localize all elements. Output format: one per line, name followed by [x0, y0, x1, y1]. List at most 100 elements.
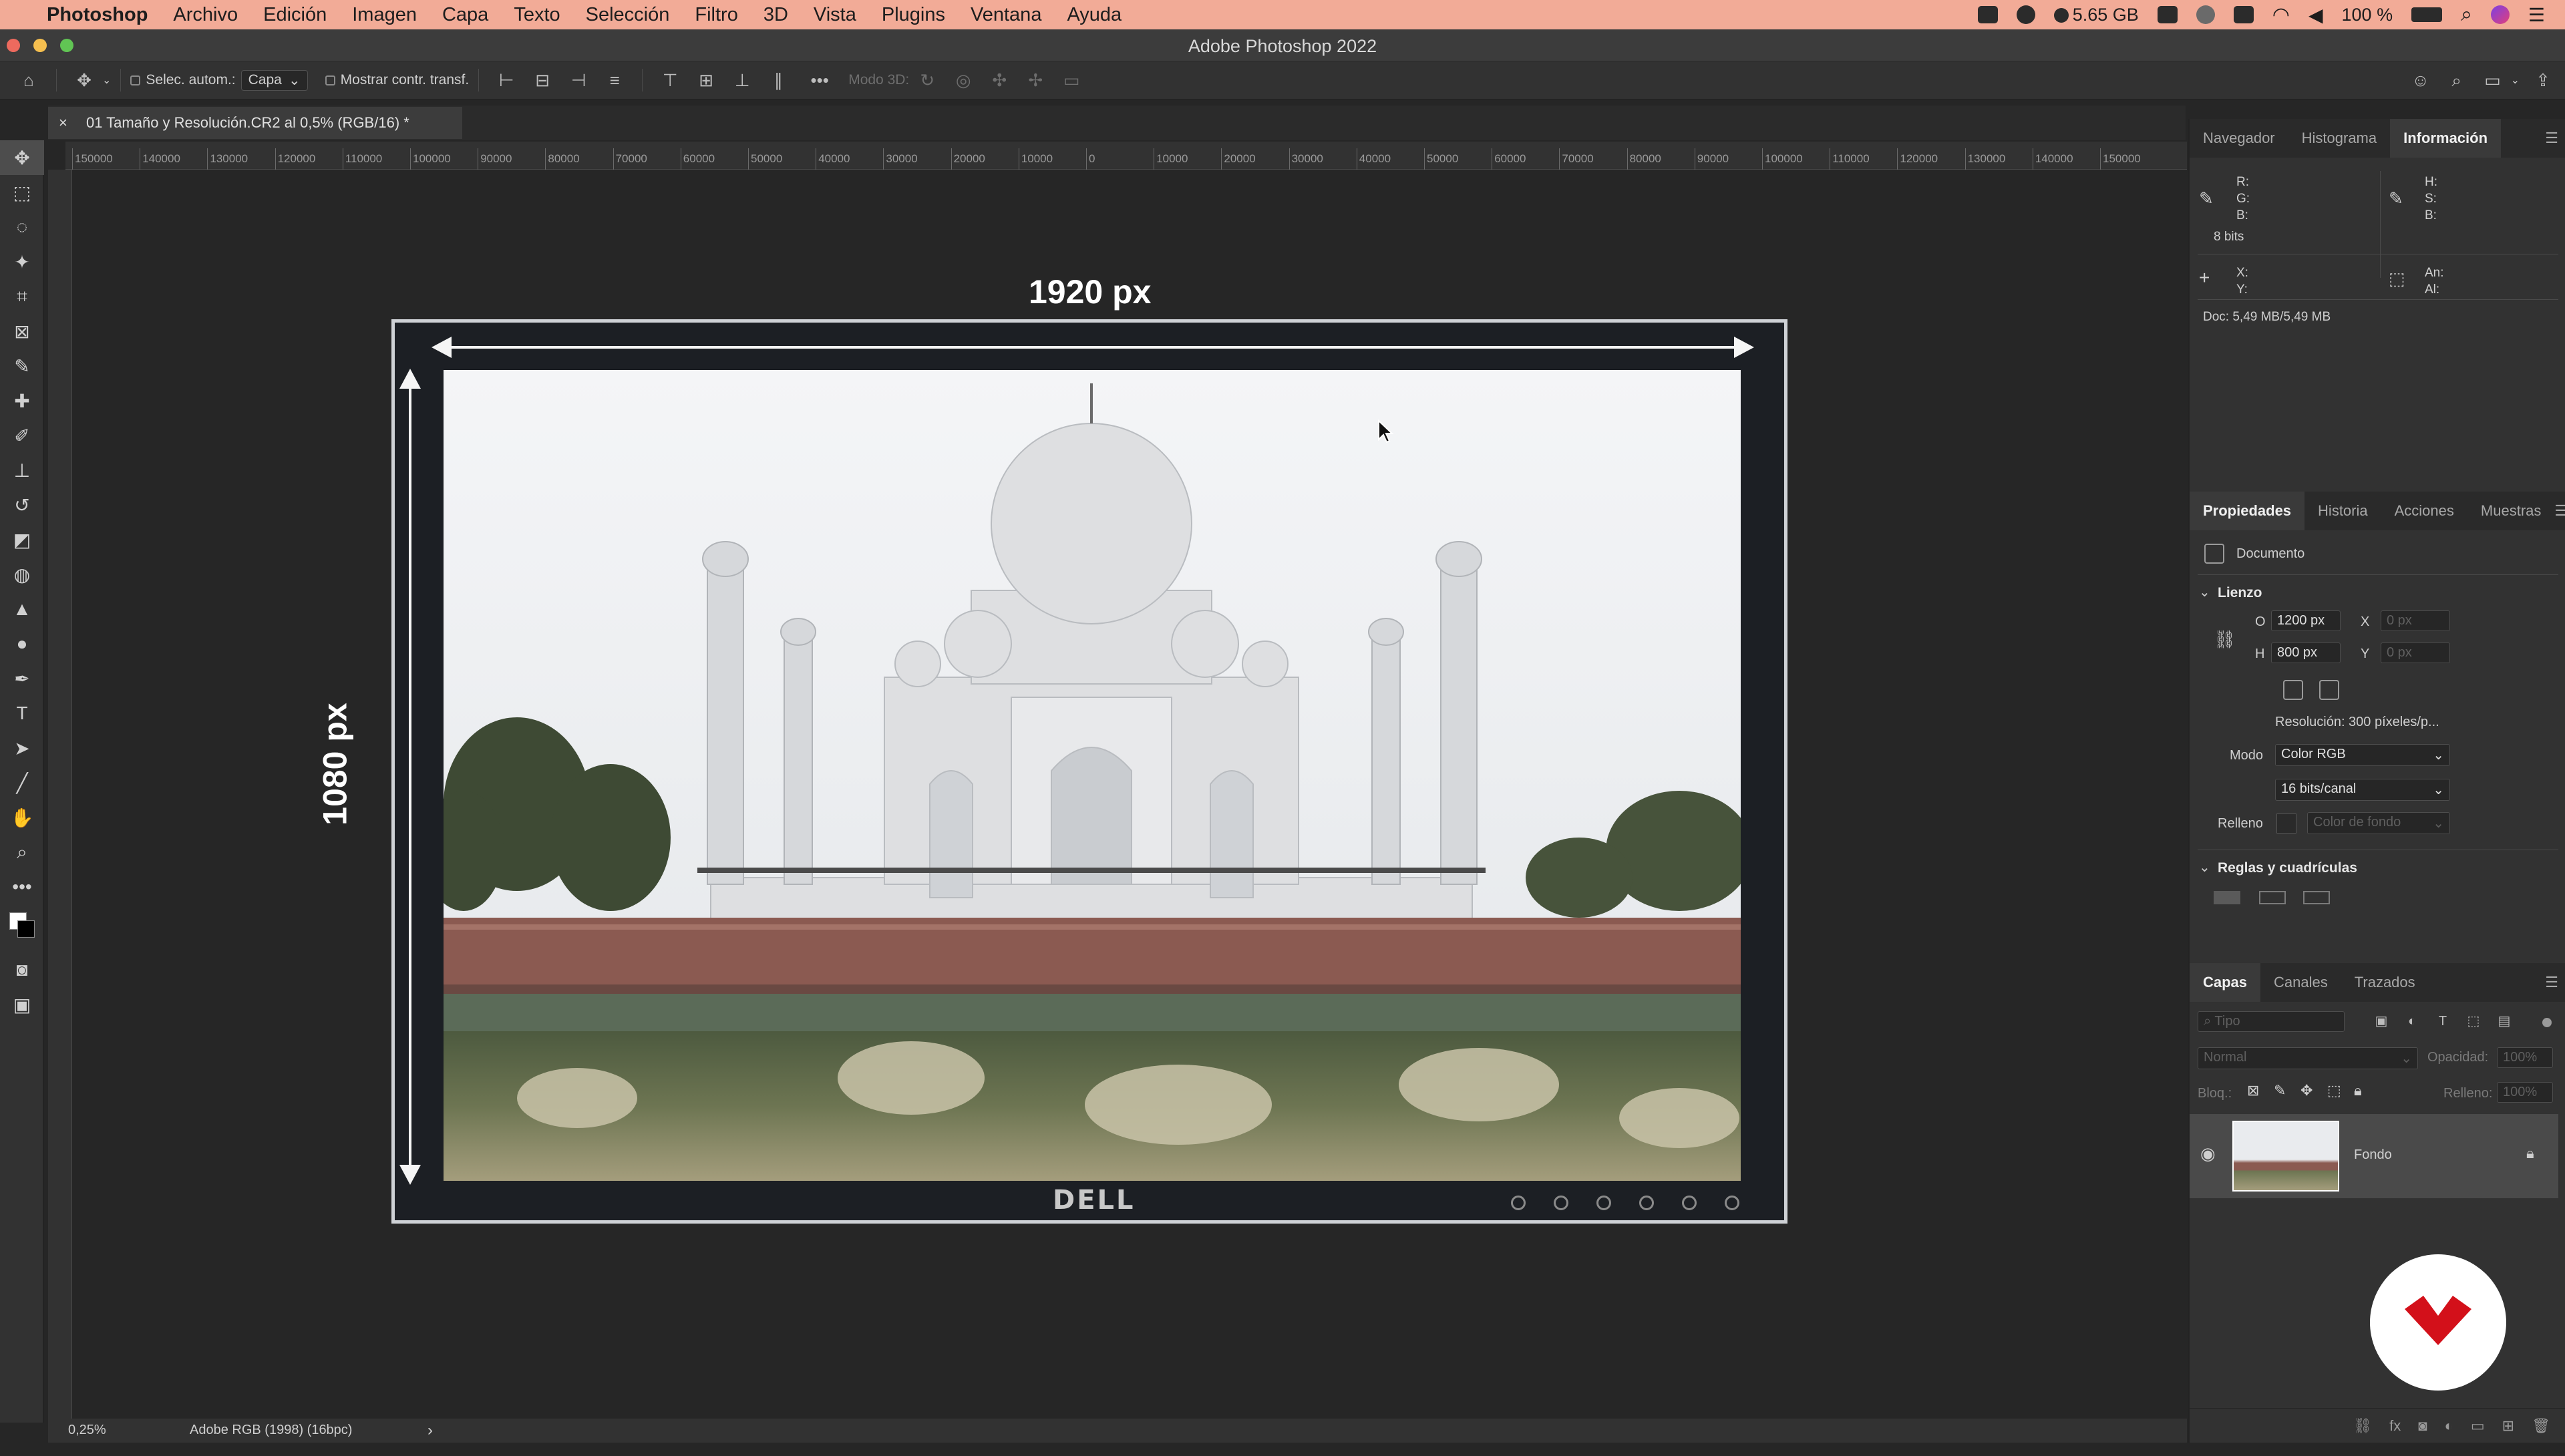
move-tool-icon[interactable]: ✥ [0, 140, 44, 175]
marquee-tool-icon[interactable]: ⬚ [0, 175, 44, 210]
tab-trazados[interactable]: Trazados [2341, 963, 2429, 1002]
menu-imagen[interactable]: Imagen [352, 4, 417, 26]
lock-all-icon[interactable]: 🔒︎ [2354, 1082, 2362, 1099]
rulers-section-title[interactable]: Reglas y cuadrículas [2218, 860, 2357, 876]
menu-ventana[interactable]: Ventana [971, 4, 1041, 26]
type-tool-icon[interactable]: T [0, 696, 44, 731]
orbit-3d-icon[interactable]: ↻ [916, 70, 938, 90]
align-top-icon[interactable]: ⊤ [659, 70, 681, 90]
home-icon[interactable]: ⌂ [17, 70, 40, 90]
lock-pixels-icon[interactable]: ✎ [2274, 1082, 2286, 1099]
tab-histograma[interactable]: Histograma [2288, 119, 2390, 158]
landscape-orientation-icon[interactable] [2319, 680, 2339, 700]
bucket-tool-icon[interactable]: ◍ [0, 557, 44, 592]
portrait-orientation-icon[interactable] [2283, 680, 2303, 700]
screen-mode-icon[interactable]: ▣ [0, 987, 44, 1022]
opacity-field[interactable]: 100% [2497, 1047, 2553, 1068]
eyedropper-tool-icon[interactable]: ✎ [0, 349, 44, 383]
layer-filter-search[interactable]: ⌕ Tipo [2198, 1011, 2345, 1032]
volume-icon[interactable]: ◀ [2308, 4, 2323, 26]
ruler-toggle-icon[interactable] [2214, 891, 2240, 904]
path-selection-tool-icon[interactable]: ➤ [0, 731, 44, 765]
color-swatches-icon[interactable] [0, 904, 44, 952]
lock-transparency-icon[interactable]: ⊠ [2247, 1082, 2259, 1099]
new-layer-icon[interactable]: ⊞ [2502, 1417, 2514, 1435]
visibility-eye-icon[interactable]: ◉ [2200, 1143, 2216, 1164]
stamp-tool-icon[interactable]: ⊥ [0, 453, 44, 488]
tab-navegador[interactable]: Navegador [2190, 119, 2288, 158]
tab-canales[interactable]: Canales [2260, 963, 2341, 1002]
layer-style-icon[interactable]: fx [2389, 1417, 2401, 1435]
more-options-button[interactable]: ••• [803, 70, 836, 90]
pen-tool-icon[interactable]: ✒ [0, 661, 44, 696]
canvas-section-title[interactable]: Lienzo [2218, 585, 2262, 601]
bit-depth-dropdown[interactable]: 16 bits/canal ⌄ [2275, 779, 2450, 801]
add-mask-icon[interactable]: ◙ [2418, 1417, 2427, 1435]
guides-toggle-icon[interactable] [2303, 891, 2330, 904]
close-tab-icon[interactable]: × [59, 114, 67, 131]
share-user-icon[interactable]: ☺ [2409, 70, 2432, 90]
align-middle-icon[interactable]: ⊞ [695, 70, 717, 90]
align-left-icon[interactable]: ⊢ [495, 70, 518, 90]
menu-plugins[interactable]: Plugins [882, 4, 945, 26]
panel-menu-icon[interactable]: ☰ [2545, 974, 2558, 991]
auto-select-dropdown[interactable]: Capa ⌄ [240, 69, 308, 91]
tab-historia[interactable]: Historia [2304, 492, 2381, 530]
workspace-icon[interactable]: ▭ [2482, 70, 2504, 90]
panel-menu-icon[interactable]: ☰ [2554, 502, 2565, 520]
move-tool-preset-icon[interactable]: ✥ [73, 70, 96, 90]
tab-informacion[interactable]: Información [2390, 119, 2502, 158]
blend-mode-dropdown[interactable]: Normal ⌄ [2198, 1047, 2418, 1069]
distribute-vertical-icon[interactable]: ∥ [767, 70, 790, 90]
filter-smart-object-icon[interactable]: ▤ [2493, 1011, 2516, 1031]
display-icon[interactable] [2157, 6, 2178, 23]
background-color-swatch[interactable] [17, 920, 35, 938]
status-menu-arrow[interactable]: › [428, 1421, 433, 1440]
align-center-icon[interactable]: ⊟ [531, 70, 554, 90]
search-icon[interactable]: ⌕ [2445, 70, 2468, 90]
hand-tool-icon[interactable]: ✋ [0, 800, 44, 835]
panel-menu-icon[interactable]: ☰ [2545, 130, 2558, 147]
grid-toggle-icon[interactable] [2259, 891, 2286, 904]
fill-dropdown[interactable]: Color de fondo ⌄ [2307, 812, 2450, 834]
canvas-section-chevron-icon[interactable]: ⌄ [2199, 584, 2210, 600]
magic-wand-tool-icon[interactable]: ✦ [0, 244, 44, 279]
fill-color-swatch[interactable] [2276, 813, 2296, 834]
history-brush-tool-icon[interactable]: ↺ [0, 488, 44, 522]
tab-acciones[interactable]: Acciones [2381, 492, 2467, 530]
filter-type-icon[interactable]: T [2431, 1011, 2454, 1031]
link-icon[interactable]: ⛓ [2214, 629, 2236, 650]
auto-select-checkbox[interactable] [130, 75, 141, 85]
layer-row[interactable]: ◉ Fondo 🔒︎ [2190, 1114, 2558, 1198]
menu-app-name[interactable]: Photoshop [47, 4, 148, 26]
workspace-chevron-icon[interactable]: ⌄ [2511, 73, 2520, 87]
record-icon[interactable] [1977, 6, 1998, 23]
pan-3d-icon[interactable]: ✣ [988, 70, 1011, 90]
rulers-section-chevron-icon[interactable]: ⌄ [2199, 859, 2210, 876]
canvas-height-field[interactable]: 800 px [2271, 643, 2341, 663]
creative-cloud-icon[interactable] [2016, 5, 2035, 24]
menu-3d[interactable]: 3D [763, 4, 788, 26]
camera-3d-icon[interactable]: ▭ [1060, 70, 1083, 90]
battery-icon[interactable] [2411, 7, 2443, 22]
roll-3d-icon[interactable]: ◎ [952, 70, 975, 90]
new-adjustment-icon[interactable]: ◐ [2445, 1417, 2453, 1435]
show-transform-checkbox[interactable] [325, 75, 335, 85]
line-tool-icon[interactable]: ╱ [0, 765, 44, 800]
airplay-icon[interactable] [2233, 6, 2254, 23]
lock-artboard-icon[interactable]: ⬚ [2327, 1082, 2341, 1099]
link-layers-icon[interactable]: ⛓ [2353, 1417, 2372, 1435]
new-group-icon[interactable]: ▭ [2471, 1417, 2485, 1435]
canvas-width-field[interactable]: 1200 px [2271, 610, 2341, 631]
slide-3d-icon[interactable]: ✢ [1024, 70, 1047, 90]
spotlight-search-icon[interactable]: ⌕ [2461, 3, 2472, 26]
align-right-icon[interactable]: ⊣ [567, 70, 590, 90]
tab-capas[interactable]: Capas [2190, 963, 2261, 1002]
eraser-tool-icon[interactable]: ◩ [0, 522, 44, 557]
memory-monitor[interactable]: 5.65 GB [2053, 5, 2139, 25]
preset-chevron-icon[interactable]: ⌄ [102, 73, 111, 87]
align-bottom-icon[interactable]: ⊥ [731, 70, 753, 90]
filter-shape-icon[interactable]: ⬚ [2462, 1011, 2485, 1031]
menu-ayuda[interactable]: Ayuda [1067, 4, 1122, 26]
tab-muestras[interactable]: Muestras [2467, 492, 2554, 530]
